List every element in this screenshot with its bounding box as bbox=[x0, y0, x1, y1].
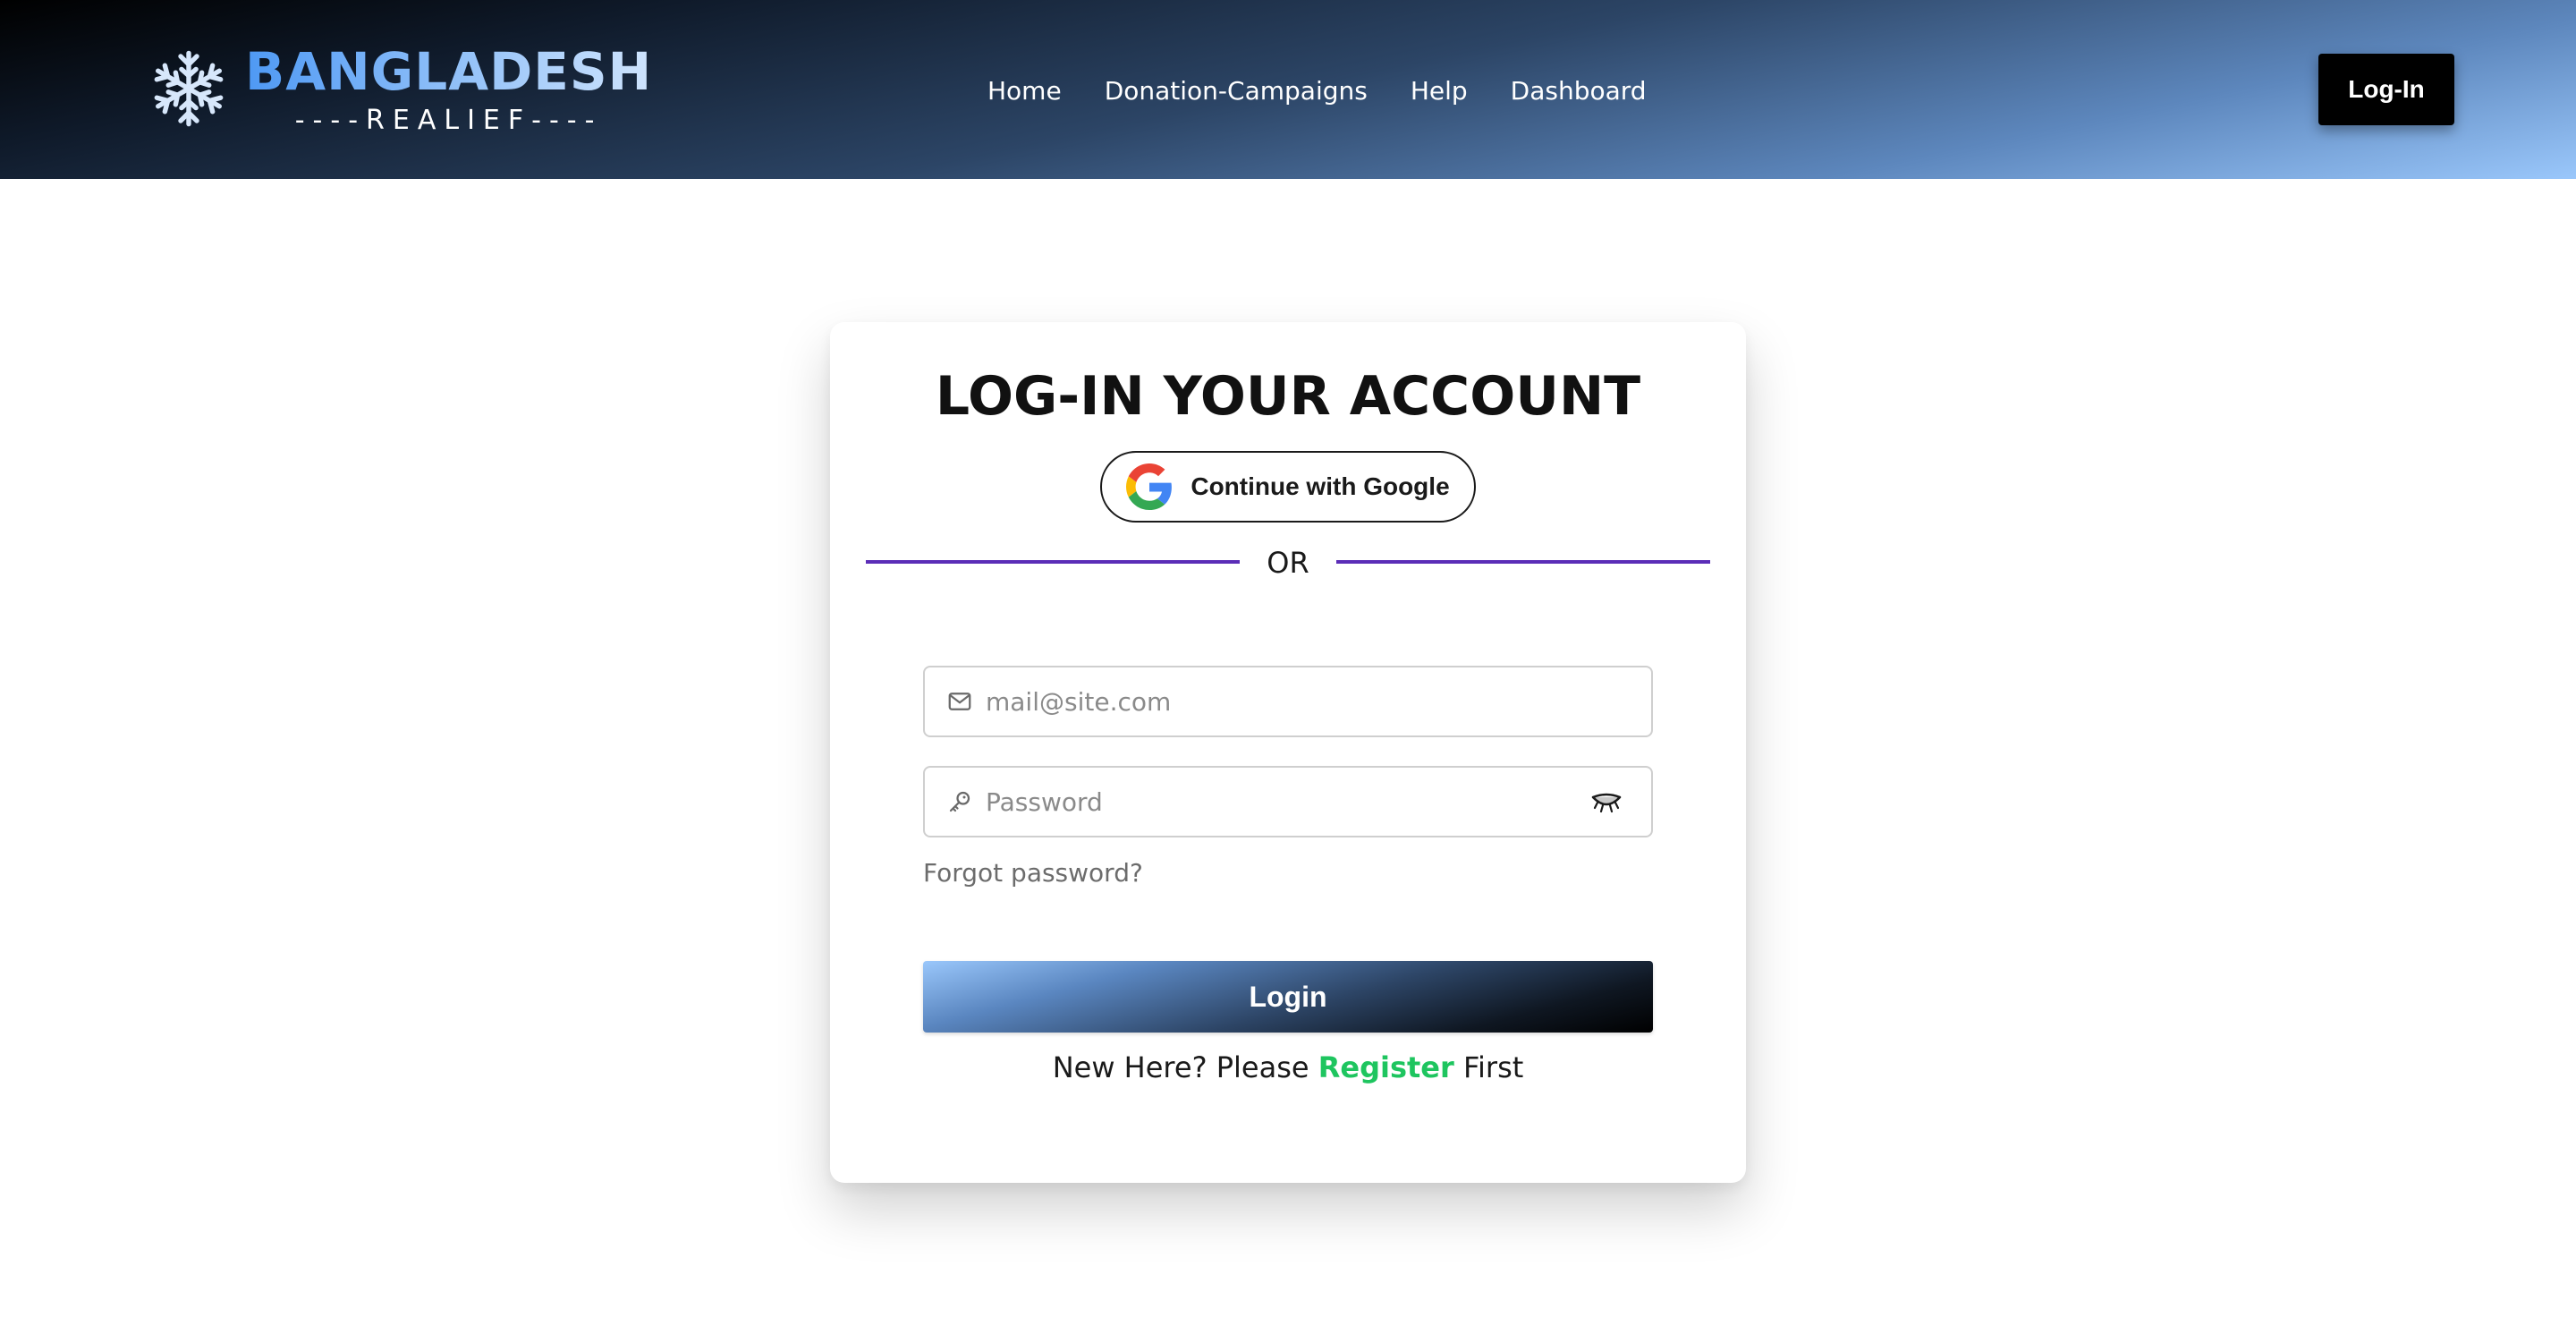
email-field[interactable] bbox=[923, 666, 1653, 737]
eye-closed-icon[interactable] bbox=[1589, 784, 1624, 820]
login-card: LOG-IN YOUR ACCOUNT Continue with Google… bbox=[830, 322, 1746, 1183]
register-link[interactable]: Register bbox=[1318, 1050, 1454, 1084]
nav-link-home[interactable]: Home bbox=[966, 70, 1083, 113]
divider-text: OR bbox=[1267, 546, 1309, 580]
register-suffix: First bbox=[1462, 1050, 1524, 1084]
brand-text: BANGLADESH ----REALIEF---- bbox=[245, 41, 652, 136]
register-prefix: New Here? Please bbox=[1052, 1050, 1309, 1084]
mail-icon bbox=[948, 693, 971, 710]
brand-subtitle: ----REALIEF---- bbox=[294, 105, 603, 136]
login-submit-button[interactable]: Login bbox=[923, 961, 1653, 1033]
forgot-password-link[interactable]: Forgot password? bbox=[923, 855, 1143, 891]
nav-link-dashboard[interactable]: Dashboard bbox=[1489, 70, 1668, 113]
top-navbar: BANGLADESH ----REALIEF---- Home Donation… bbox=[0, 0, 2576, 179]
nav-link-help[interactable]: Help bbox=[1389, 70, 1489, 113]
password-field[interactable] bbox=[923, 766, 1653, 837]
snowflake-icon bbox=[148, 50, 229, 133]
divider-line-left bbox=[866, 560, 1240, 564]
page-title: LOG-IN YOUR ACCOUNT bbox=[935, 365, 1641, 428]
divider-line-right bbox=[1336, 560, 1710, 564]
navbar-login-button[interactable]: Log-In bbox=[2318, 54, 2454, 125]
brand-title: BANGLADESH bbox=[245, 41, 653, 102]
email-input[interactable] bbox=[986, 667, 1651, 735]
google-icon bbox=[1126, 463, 1173, 510]
main-nav: Home Donation-Campaigns Help Dashboard bbox=[966, 70, 1668, 113]
key-icon bbox=[949, 791, 970, 812]
google-button-label: Continue with Google bbox=[1191, 472, 1450, 500]
register-prompt: New Here? Please Register First bbox=[830, 1047, 1746, 1088]
continue-with-google-button[interactable]: Continue with Google bbox=[1100, 451, 1476, 523]
brand-logo[interactable]: BANGLADESH ----REALIEF---- bbox=[148, 39, 652, 138]
nav-link-donation-campaigns[interactable]: Donation-Campaigns bbox=[1083, 70, 1389, 113]
or-divider: OR bbox=[866, 540, 1710, 585]
password-input[interactable] bbox=[986, 768, 1589, 836]
